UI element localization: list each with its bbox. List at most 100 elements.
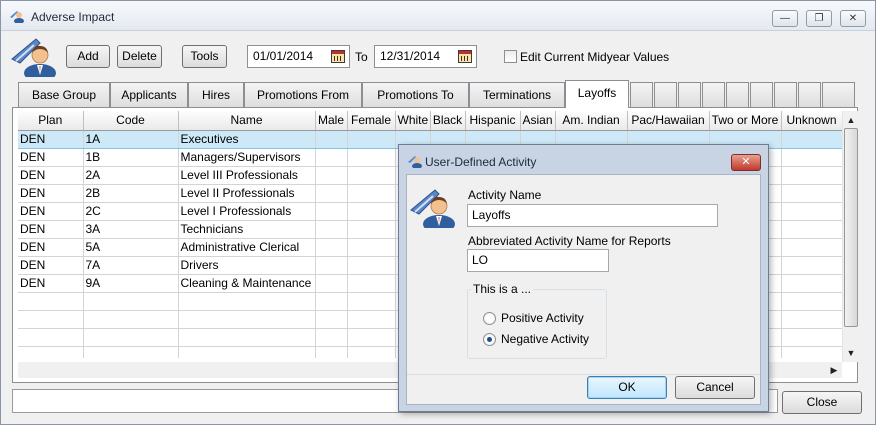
table-cell[interactable] <box>347 310 396 329</box>
delete-button[interactable]: Delete <box>117 45 162 68</box>
table-cell[interactable] <box>781 238 842 257</box>
table-cell[interactable] <box>315 220 348 239</box>
column-header[interactable]: Two or More <box>709 111 782 131</box>
table-cell[interactable] <box>347 148 396 167</box>
table-cell[interactable] <box>781 310 842 329</box>
table-cell[interactable]: 2C <box>83 202 179 221</box>
column-header[interactable]: Black <box>430 111 466 131</box>
column-header[interactable]: Male <box>315 111 348 131</box>
scrollbar-thumb[interactable] <box>844 128 858 327</box>
table-cell[interactable] <box>347 292 396 311</box>
tab-layoffs[interactable]: Layoffs <box>565 80 629 108</box>
table-cell[interactable] <box>781 148 842 167</box>
column-header[interactable]: Hispanic <box>465 111 521 131</box>
minimize-button[interactable]: — <box>772 10 798 27</box>
title-bar[interactable]: Adverse Impact — ❐ ✕ <box>1 1 875 31</box>
table-cell[interactable] <box>18 292 84 311</box>
table-cell[interactable] <box>178 346 316 358</box>
table-cell[interactable] <box>18 328 84 347</box>
table-cell[interactable] <box>178 328 316 347</box>
window-close-button[interactable]: ✕ <box>840 10 866 27</box>
table-cell[interactable]: Level II Professionals <box>178 184 316 203</box>
table-cell[interactable] <box>347 328 396 347</box>
table-cell[interactable] <box>18 310 84 329</box>
table-cell[interactable]: 1B <box>83 148 179 167</box>
column-header[interactable]: Plan <box>18 111 84 131</box>
dialog-close-button[interactable]: ✕ <box>731 154 761 171</box>
table-cell[interactable] <box>83 310 179 329</box>
table-cell[interactable] <box>83 346 179 358</box>
table-cell[interactable] <box>347 274 396 293</box>
table-cell[interactable]: 5A <box>83 238 179 257</box>
table-cell[interactable] <box>347 238 396 257</box>
table-cell[interactable]: 9A <box>83 274 179 293</box>
table-cell[interactable]: 3A <box>83 220 179 239</box>
tab-blank[interactable] <box>702 82 725 107</box>
table-cell[interactable]: Drivers <box>178 256 316 275</box>
table-cell[interactable] <box>347 202 396 221</box>
table-cell[interactable] <box>178 310 316 329</box>
tab-blank[interactable] <box>726 82 749 107</box>
table-cell[interactable]: 1A <box>83 129 179 149</box>
close-button[interactable]: Close <box>782 391 862 414</box>
column-header[interactable]: Pac/Hawaiian <box>627 111 710 131</box>
table-cell[interactable]: DEN <box>18 166 84 185</box>
table-cell[interactable] <box>315 292 348 311</box>
table-cell[interactable] <box>315 328 348 347</box>
table-cell[interactable]: DEN <box>18 202 84 221</box>
table-cell[interactable] <box>347 184 396 203</box>
tab-blank[interactable] <box>774 82 797 107</box>
column-header[interactable]: Code <box>83 111 179 131</box>
calendar-icon[interactable] <box>458 50 472 63</box>
table-cell[interactable] <box>781 166 842 185</box>
table-cell[interactable]: DEN <box>18 274 84 293</box>
positive-activity-label[interactable]: Positive Activity <box>501 310 584 326</box>
negative-activity-radio[interactable] <box>483 333 496 346</box>
tools-button[interactable]: Tools <box>182 45 227 68</box>
table-cell[interactable] <box>315 129 348 149</box>
table-cell[interactable] <box>315 256 348 275</box>
table-cell[interactable]: Technicians <box>178 220 316 239</box>
table-cell[interactable]: 7A <box>83 256 179 275</box>
table-cell[interactable] <box>781 256 842 275</box>
tab-blank[interactable] <box>654 82 677 107</box>
table-cell[interactable]: 2B <box>83 184 179 203</box>
table-cell[interactable]: DEN <box>18 129 84 149</box>
table-cell[interactable] <box>781 202 842 221</box>
table-cell[interactable] <box>781 129 842 149</box>
table-cell[interactable] <box>781 220 842 239</box>
scroll-down-icon[interactable]: ▼ <box>843 345 859 361</box>
tab-applicants[interactable]: Applicants <box>110 82 188 107</box>
tab-blank[interactable] <box>750 82 773 107</box>
table-cell[interactable] <box>781 184 842 203</box>
tab-base-group[interactable]: Base Group <box>18 82 110 107</box>
column-header[interactable]: Female <box>347 111 396 131</box>
scroll-up-icon[interactable]: ▲ <box>843 112 859 128</box>
positive-activity-radio[interactable] <box>483 312 496 325</box>
scroll-right-icon[interactable]: ▶ <box>826 362 842 378</box>
tab-blank[interactable] <box>822 82 855 107</box>
table-cell[interactable]: DEN <box>18 256 84 275</box>
table-cell[interactable]: Managers/Supervisors <box>178 148 316 167</box>
end-date-field[interactable]: 12/31/2014 <box>374 45 477 68</box>
table-cell[interactable] <box>347 256 396 275</box>
table-cell[interactable] <box>315 274 348 293</box>
table-cell[interactable]: Executives <box>178 129 316 149</box>
table-cell[interactable] <box>347 220 396 239</box>
table-cell[interactable] <box>315 346 348 358</box>
tab-blank[interactable] <box>630 82 653 107</box>
column-header[interactable]: Am. Indian <box>555 111 628 131</box>
column-header[interactable]: White <box>395 111 431 131</box>
table-cell[interactable] <box>315 148 348 167</box>
abbrev-name-input[interactable]: LO <box>467 249 609 272</box>
table-cell[interactable] <box>315 166 348 185</box>
negative-activity-label[interactable]: Negative Activity <box>501 331 589 347</box>
calendar-icon[interactable] <box>331 50 345 63</box>
table-cell[interactable] <box>18 346 84 358</box>
table-cell[interactable] <box>347 129 396 149</box>
maximize-button[interactable]: ❐ <box>806 10 832 27</box>
tab-blank[interactable] <box>678 82 701 107</box>
table-cell[interactable] <box>315 184 348 203</box>
column-header[interactable]: Unknown <box>781 111 842 131</box>
table-cell[interactable] <box>347 166 396 185</box>
